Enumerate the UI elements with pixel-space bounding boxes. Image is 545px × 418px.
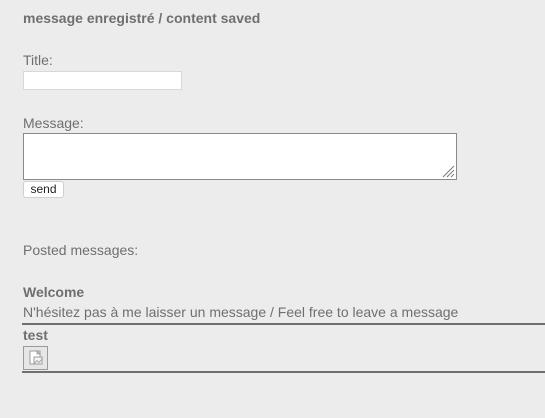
send-button[interactable]: send [23,181,64,198]
save-status-message: message enregistré / content saved [23,10,261,26]
resize-grip-icon[interactable] [441,164,455,178]
posted-messages-heading: Posted messages: [23,242,139,258]
post-divider [22,371,545,373]
post-title: Welcome [23,284,85,300]
post-title: test [23,327,48,343]
post-body: N'hésitez pas à me laisser un message / … [23,304,459,320]
message-textarea[interactable] [23,133,457,180]
message-label: Message: [23,115,84,131]
broken-image-icon [23,346,48,370]
title-input[interactable] [23,71,182,90]
post-divider [22,323,545,325]
title-label: Title: [23,52,53,68]
